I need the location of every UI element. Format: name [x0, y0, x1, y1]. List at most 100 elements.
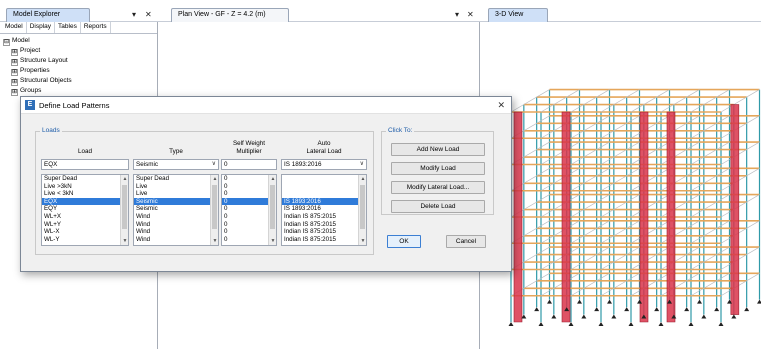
chevron-down-icon[interactable]: ∨: [212, 160, 216, 169]
list-item[interactable]: Super Dead: [134, 175, 210, 183]
list-item[interactable]: EQX: [42, 197, 120, 206]
list-item[interactable]: Live: [134, 190, 210, 198]
ok-button[interactable]: OK: [387, 235, 421, 248]
list-item[interactable]: Live >3kN: [42, 183, 120, 191]
scroll-thumb[interactable]: [122, 185, 127, 229]
list-item[interactable]: EQY: [42, 205, 120, 213]
list-item[interactable]: Live < 3kN: [42, 190, 120, 198]
3d-view-canvas[interactable]: [481, 22, 761, 349]
list-item[interactable]: 0: [222, 183, 268, 191]
grid-line: [570, 246, 610, 270]
scroll-down-icon[interactable]: ▼: [269, 238, 276, 244]
list-item[interactable]: Live: [134, 183, 210, 191]
scroll-down-icon[interactable]: ▼: [211, 238, 218, 244]
scrollbar[interactable]: ▲ ▼: [358, 175, 366, 245]
list-item[interactable]: Indian IS 875:2015: [282, 228, 358, 236]
expand-icon[interactable]: ⊞: [11, 59, 18, 66]
expand-icon[interactable]: ⊞: [11, 49, 18, 56]
plan-close-icon[interactable]: ✕: [467, 10, 474, 19]
grid-line: [570, 194, 610, 218]
list-item[interactable]: Indian IS 875:2015: [282, 213, 358, 221]
scroll-up-icon[interactable]: ▲: [269, 176, 276, 182]
plan-pin-icon[interactable]: ▾: [455, 10, 459, 19]
expand-icon[interactable]: ⊞: [11, 69, 18, 76]
scroll-thumb[interactable]: [360, 185, 365, 229]
scroll-down-icon[interactable]: ▼: [121, 238, 128, 244]
list-item[interactable]: Seismic: [134, 197, 210, 206]
dialog-close-icon[interactable]: ✕: [497, 100, 505, 111]
list-item[interactable]: Indian IS 875:2015: [282, 236, 358, 244]
list-item[interactable]: Wind: [134, 236, 210, 244]
list-item[interactable]: 0: [222, 213, 268, 221]
explorer-tab-tables[interactable]: Tables: [55, 22, 81, 33]
list-item[interactable]: 0: [222, 197, 268, 206]
support-marker: [594, 307, 600, 312]
scrollbar[interactable]: ▲ ▼: [120, 175, 128, 245]
list-item[interactable]: WL-Y: [42, 236, 120, 244]
collapse-icon[interactable]: ⊟: [3, 39, 10, 46]
tab-plan-view[interactable]: Plan View - GF - Z = 4.2 (m): [171, 8, 289, 22]
expand-icon[interactable]: ⊞: [11, 89, 18, 96]
tab-model-explorer[interactable]: Model Explorer: [6, 8, 90, 22]
list-item[interactable]: 0: [222, 228, 268, 236]
list-item[interactable]: WL-X: [42, 228, 120, 236]
add-new-load-button[interactable]: Add New Load: [391, 143, 485, 156]
list-item[interactable]: Seismic: [134, 205, 210, 213]
delete-load-button[interactable]: Delete Load: [391, 200, 485, 213]
list-item[interactable]: WL+X: [42, 213, 120, 221]
tree-node[interactable]: ⊟ Model: [3, 36, 154, 46]
list-item[interactable]: 0: [222, 221, 268, 229]
list-item[interactable]: [282, 190, 358, 198]
list-item[interactable]: [282, 183, 358, 191]
scroll-down-icon[interactable]: ▼: [359, 238, 366, 244]
explorer-tab-display[interactable]: Display: [27, 22, 56, 33]
support-marker: [688, 322, 694, 326]
list-item[interactable]: IS 1893:2016: [282, 205, 358, 213]
grid-line: [630, 220, 670, 244]
tree-node[interactable]: ⊞ Groups: [3, 86, 154, 96]
explorer-close-icon[interactable]: ✕: [145, 10, 152, 19]
scroll-thumb[interactable]: [270, 185, 275, 229]
chevron-down-icon[interactable]: ∨: [360, 160, 364, 169]
list-item[interactable]: 0: [222, 236, 268, 244]
list-item[interactable]: 0: [222, 190, 268, 198]
scroll-up-icon[interactable]: ▲: [211, 176, 218, 182]
auto-lateral-list[interactable]: IS 1893:2016 IS 1893:2016 Indian IS 875:20…: [281, 174, 367, 246]
scrollbar[interactable]: ▲ ▼: [210, 175, 218, 245]
list-item[interactable]: Wind: [134, 221, 210, 229]
explorer-tab-reports[interactable]: Reports: [81, 22, 111, 33]
scroll-up-icon[interactable]: ▲: [121, 176, 128, 182]
load-type-select[interactable]: Seismic ∨: [133, 159, 219, 170]
expand-icon[interactable]: ⊞: [11, 79, 18, 86]
modify-lateral-load-button[interactable]: Modify Lateral Load...: [391, 181, 485, 194]
tree-node[interactable]: ⊞ Properties: [3, 66, 154, 76]
tab-3d-view[interactable]: 3-D View: [488, 8, 548, 22]
list-item[interactable]: IS 1893:2016: [282, 197, 358, 206]
grid-line: [570, 89, 610, 113]
scrollbar[interactable]: ▲ ▼: [268, 175, 276, 245]
tree-node[interactable]: ⊞ Structural Objects: [3, 76, 154, 86]
list-item[interactable]: 0: [222, 175, 268, 183]
modify-load-button[interactable]: Modify Load: [391, 162, 485, 175]
auto-lateral-select[interactable]: IS 1893:2016 ∨: [281, 159, 367, 170]
scroll-thumb[interactable]: [212, 185, 217, 229]
multiplier-list[interactable]: 0 0 0 0 0 0 0 0 0 ▲ ▼: [221, 174, 277, 246]
multiplier-input[interactable]: 0: [221, 159, 277, 170]
list-item[interactable]: 0: [222, 205, 268, 213]
explorer-pin-icon[interactable]: ▾: [132, 10, 136, 19]
list-item[interactable]: [282, 175, 358, 183]
list-item[interactable]: Super Dead: [42, 175, 120, 183]
cancel-button[interactable]: Cancel: [446, 235, 486, 248]
explorer-tab-model[interactable]: Model: [2, 22, 27, 33]
load-name-input[interactable]: EQX: [41, 159, 129, 170]
tab-plan-view-label: Plan View - GF - Z = 4.2 (m): [178, 11, 266, 18]
list-item[interactable]: WL+Y: [42, 221, 120, 229]
tree-node[interactable]: ⊞ Structure Layout: [3, 56, 154, 66]
load-type-list[interactable]: Super Dead Live Live Seismic Seismic Wind Wind…: [133, 174, 219, 246]
load-name-list[interactable]: Super Dead Live >3kN Live < 3kN EQX EQY WL+X W…: [41, 174, 129, 246]
list-item[interactable]: Wind: [134, 228, 210, 236]
scroll-up-icon[interactable]: ▲: [359, 176, 366, 182]
tree-node[interactable]: ⊞ Project: [3, 46, 154, 56]
list-item[interactable]: Indian IS 875:2015: [282, 221, 358, 229]
list-item[interactable]: Wind: [134, 213, 210, 221]
